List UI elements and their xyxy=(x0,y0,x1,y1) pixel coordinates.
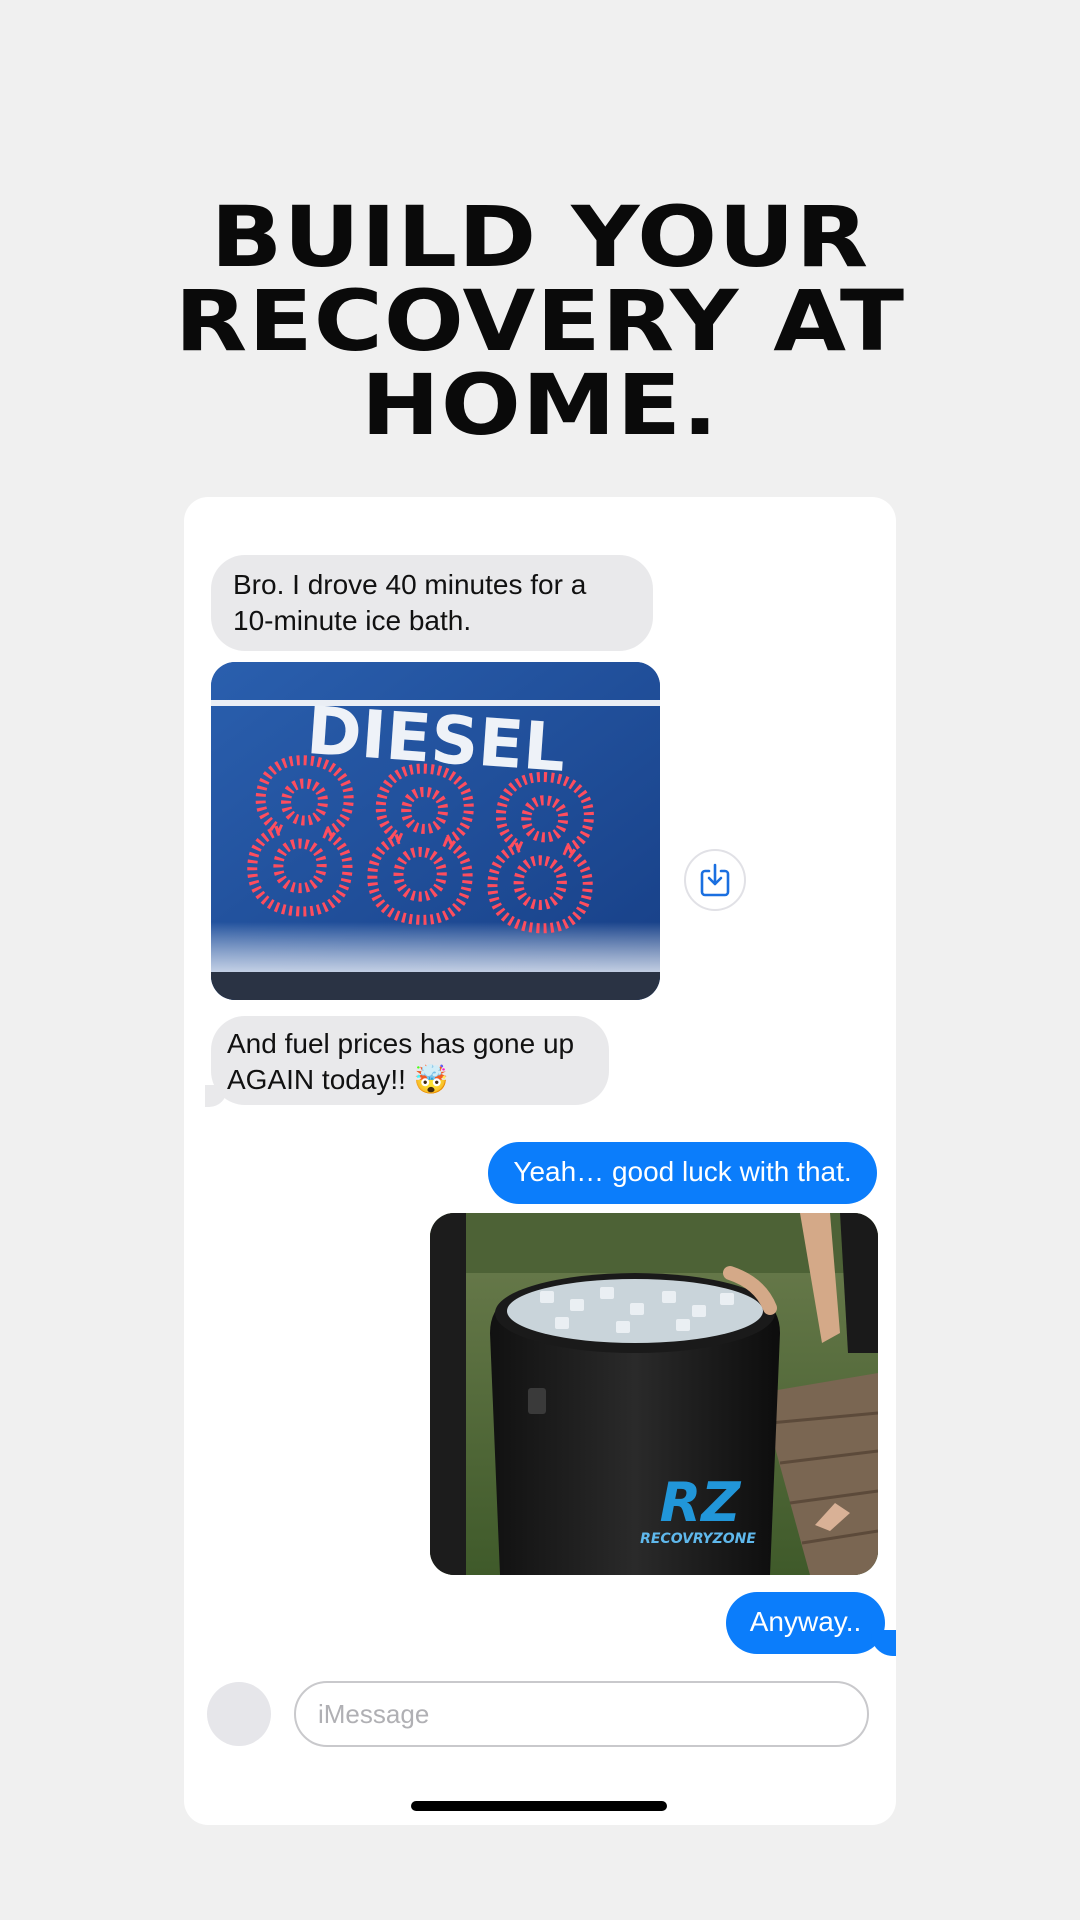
save-photo-button[interactable] xyxy=(684,849,746,911)
message-text-line: 10-minute ice bath. xyxy=(233,605,472,636)
diesel-sign-photo[interactable]: DIESEL 888 xyxy=(211,662,660,1000)
avatar[interactable] xyxy=(207,1682,271,1746)
ice-bath-tub-illustration: RZ RECOVRYZONE xyxy=(430,1213,878,1575)
message-text-line: Bro. I drove 40 minutes for a xyxy=(233,569,587,600)
headline-line-3: HOME. xyxy=(361,356,719,454)
headline-line-2: RECOVERY AT xyxy=(174,272,906,370)
headline-line-1: BUILD YOUR xyxy=(210,188,870,286)
bubble-tail xyxy=(205,1085,227,1107)
message-bubble-incoming: Bro. I drove 40 minutes for a 10-minute … xyxy=(211,555,653,651)
recovryzone-logo-mark: RZ xyxy=(660,1471,742,1534)
diesel-sign-illustration: DIESEL 888 xyxy=(211,662,660,1000)
diesel-sign-digits: 888 xyxy=(234,720,611,978)
home-indicator[interactable] xyxy=(411,1801,667,1811)
message-bubble-outgoing: Yeah… good luck with that. xyxy=(488,1142,877,1204)
message-text-line: AGAIN today!! 🤯 xyxy=(227,1064,449,1095)
download-to-device-icon xyxy=(700,863,730,897)
imessage-input[interactable]: iMessage xyxy=(294,1681,869,1747)
bubble-tail xyxy=(871,1630,896,1656)
message-bubble-incoming: And fuel prices has gone up AGAIN today!… xyxy=(205,1016,609,1107)
message-text: Anyway.. xyxy=(749,1606,862,1637)
imessage-conversation: Bro. I drove 40 minutes for a 10-minute … xyxy=(184,497,896,1825)
recovryzone-logo-text: RECOVRYZONE xyxy=(640,1531,756,1547)
message-text-line: And fuel prices has gone up xyxy=(227,1028,575,1059)
message-bubble-outgoing: Anyway.. xyxy=(726,1592,896,1656)
headline: BUILD YOUR RECOVERY AT HOME. xyxy=(0,195,1080,447)
ice-bath-tub-photo[interactable]: RZ RECOVRYZONE xyxy=(430,1213,878,1575)
